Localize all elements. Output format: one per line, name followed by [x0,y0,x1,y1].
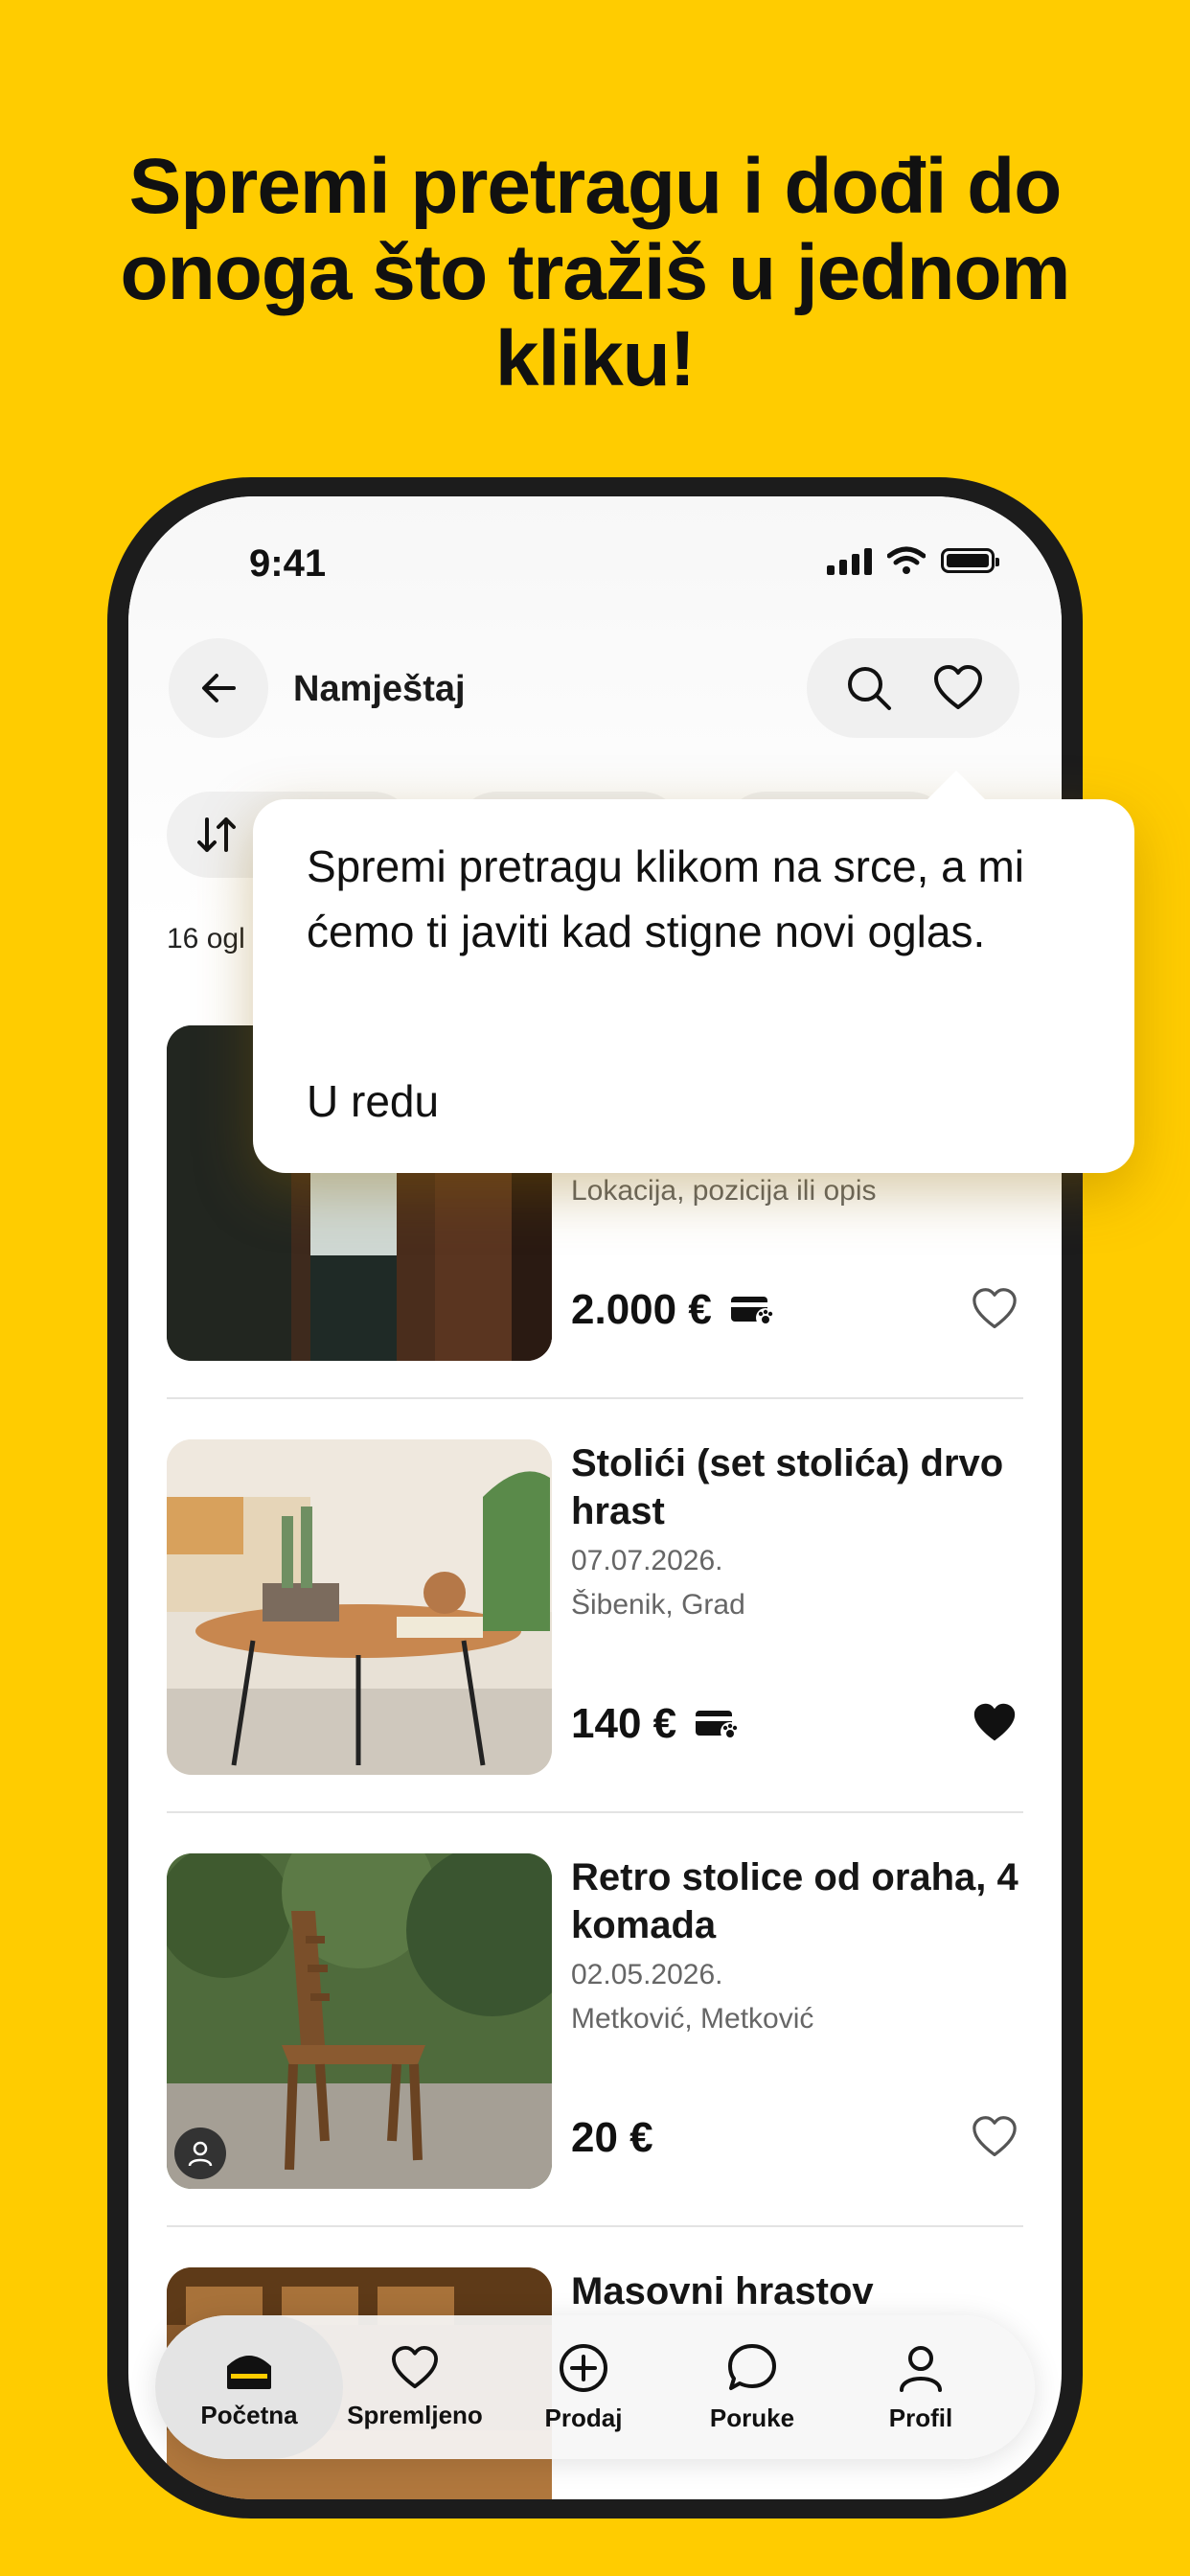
header-actions [807,638,1019,738]
headline: Spremi pretragu i dođi do onoga što traž… [120,143,1071,402]
tab-label: Spremljeno [347,2400,483,2429]
battery-icon [941,548,999,573]
heart-filled-icon [973,1703,1016,1741]
home-icon [227,2355,271,2389]
listing-price: 2.000 € [571,1286,712,1333]
listing-date: 02.05.2026. [571,1959,723,1990]
back-button[interactable] [169,638,268,738]
results-count: 16 ogl [167,923,245,954]
plus-circle-icon [560,2343,607,2392]
tab-home[interactable]: Početna [155,2315,343,2459]
tab-label: Poruke [709,2403,795,2432]
status-time: 9:41 [249,542,327,585]
divider [167,1811,1023,1813]
favorite-button[interactable] [966,1280,1023,1338]
chat-bubble-icon [728,2343,776,2390]
user-icon [188,2141,213,2167]
tooltip-text: Spremi pretragu klikom na srce, a mi ćem… [307,841,1025,956]
heart-outline-icon [973,2116,1017,2157]
listing-location: Metković, Metković [571,2003,814,2035]
divider [167,2225,1023,2227]
listing-price: 20 € [571,2114,653,2161]
sort-arrows-icon [197,817,236,852]
signal-icon [827,546,872,575]
tab-label: Početna [200,2400,298,2429]
phone-screen: 9:41 Namještaj 16 ogl Lokacija, pozicija… [128,496,1062,2499]
tab-profile[interactable]: Profil [839,2315,1002,2459]
listing-location: Šibenik, Grad [571,1589,745,1621]
tab-label: Prodaj [544,2403,623,2432]
listing-date: 07.07.2026. [571,1545,723,1576]
status-icons [827,546,999,575]
user-icon [900,2345,942,2392]
heart-outline-icon [973,1288,1017,1329]
card-payment-icon [730,1297,775,1327]
save-search-tooltip: Spremi pretragu klikom na srce, a mi ćem… [253,770,1134,1173]
listing-price-row: 140 € [571,1700,742,1748]
search-button[interactable] [843,662,895,714]
tab-saved[interactable]: Spremljeno [333,2315,496,2459]
divider [167,1397,1023,1399]
listing-title: Stolići (set stolića) drvo hrast [571,1442,1004,1532]
save-search-button[interactable] [932,664,984,712]
wifi-icon [887,546,926,574]
favorite-button[interactable] [966,1694,1023,1752]
list-item[interactable]: Stolići (set stolića) drvo hrast 07.07.2… [167,1439,1023,1775]
favorite-button[interactable] [966,2108,1023,2166]
list-item[interactable]: Retro stolice od oraha, 4 komada 02.05.2… [167,1853,1023,2189]
listing-location: Lokacija, pozicija ili opis [571,1175,877,1207]
arrow-left-icon [202,674,236,702]
private-seller-badge [174,2128,226,2179]
tab-messages[interactable]: Poruke [671,2315,834,2459]
listing-price-row: 20 € [571,2114,653,2162]
search-icon [847,667,891,710]
tab-sell[interactable]: Prodaj [502,2315,665,2459]
listing-price: 140 € [571,1700,677,1747]
tab-label: Profil [888,2403,953,2432]
search-title[interactable]: Namještaj [293,669,466,710]
listing-title: Retro stolice od oraha, 4 komada [571,1856,1018,1946]
listing-title: Masovni hrastov [571,2270,874,2312]
heart-icon [391,2345,438,2388]
listing-price-row: 2.000 € [571,1286,777,1334]
heart-icon [933,665,982,709]
tooltip-ok-button[interactable]: U redu [307,1075,439,1127]
bottom-tab-bar: Početna Spremljeno Prodaj Poruke Profil [155,2315,1035,2459]
card-payment-icon [696,1711,741,1741]
listing-photo [167,1439,552,1775]
listing-photo [167,1853,552,2189]
